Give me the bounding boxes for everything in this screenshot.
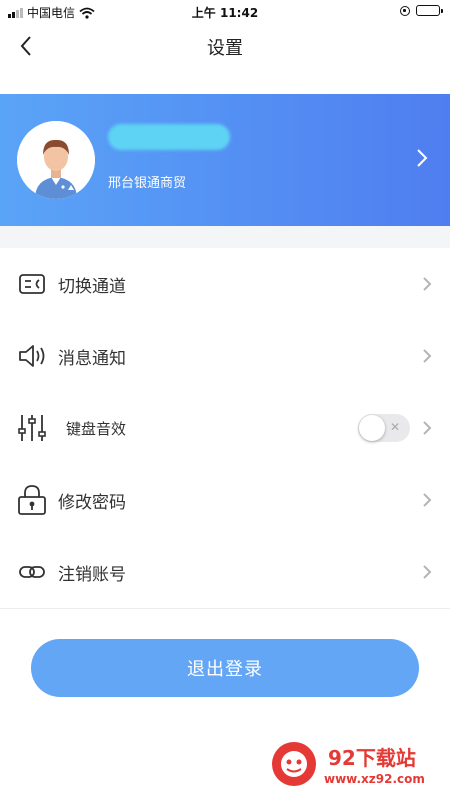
chevron-right-icon xyxy=(422,348,432,368)
watermark-title: 92下载站 xyxy=(328,746,416,770)
nav-bar: 设置 xyxy=(0,24,450,68)
logout-button[interactable]: 退出登录 xyxy=(31,639,419,697)
menu-item-change-password[interactable]: 修改密码 xyxy=(0,464,450,536)
company-name: 邢台银通商贸 xyxy=(108,176,187,191)
menu-item-switch-channel[interactable]: 切换通道 xyxy=(0,248,450,320)
menu-item-deactivate-account[interactable]: 注销账号 xyxy=(0,536,450,608)
watermark-logo-icon xyxy=(272,742,316,786)
watermark: 92下载站 www.xz92.com xyxy=(266,730,450,800)
profile-card[interactable]: 邢台银通商贸 xyxy=(0,94,450,226)
keyboard-sound-toggle[interactable]: ✕ xyxy=(358,414,410,442)
toggle-off-icon: ✕ xyxy=(389,420,400,434)
menu-item-notifications[interactable]: 消息通知 xyxy=(0,320,450,392)
chevron-right-icon xyxy=(422,420,432,440)
battery-icon xyxy=(416,5,443,16)
link-icon xyxy=(16,556,48,588)
menu-label: 切换通道 xyxy=(58,276,126,297)
menu-label: 消息通知 xyxy=(58,348,126,369)
settings-list: 切换通道 消息通知 键盘音效 ✕ 修改密码 注销账号 xyxy=(0,248,450,608)
status-time: 上午 11:42 xyxy=(191,6,259,20)
status-bar: 中国电信 上午 11:42 xyxy=(0,0,450,24)
chevron-right-icon xyxy=(422,276,432,296)
equalizer-icon xyxy=(16,412,48,444)
speaker-icon xyxy=(16,340,48,372)
user-name-redacted xyxy=(108,124,230,150)
watermark-url: www.xz92.com xyxy=(324,772,425,786)
section-divider xyxy=(0,226,450,248)
orientation-lock-icon xyxy=(400,5,410,16)
menu-label: 注销账号 xyxy=(58,564,126,585)
channel-switch-icon xyxy=(16,268,48,300)
page-title: 设置 xyxy=(207,38,243,59)
lock-icon xyxy=(16,484,48,516)
list-divider xyxy=(0,608,450,609)
chevron-right-icon xyxy=(422,564,432,584)
menu-label: 键盘音效 xyxy=(66,419,127,438)
avatar xyxy=(17,121,95,199)
toggle-knob xyxy=(359,415,385,441)
user-avatar-icon xyxy=(17,121,95,199)
menu-label: 修改密码 xyxy=(58,492,126,513)
menu-item-keyboard-sound[interactable]: 键盘音效 ✕ xyxy=(0,392,450,464)
chevron-right-icon xyxy=(422,492,432,512)
chevron-right-icon xyxy=(416,148,428,172)
status-right xyxy=(400,5,443,16)
